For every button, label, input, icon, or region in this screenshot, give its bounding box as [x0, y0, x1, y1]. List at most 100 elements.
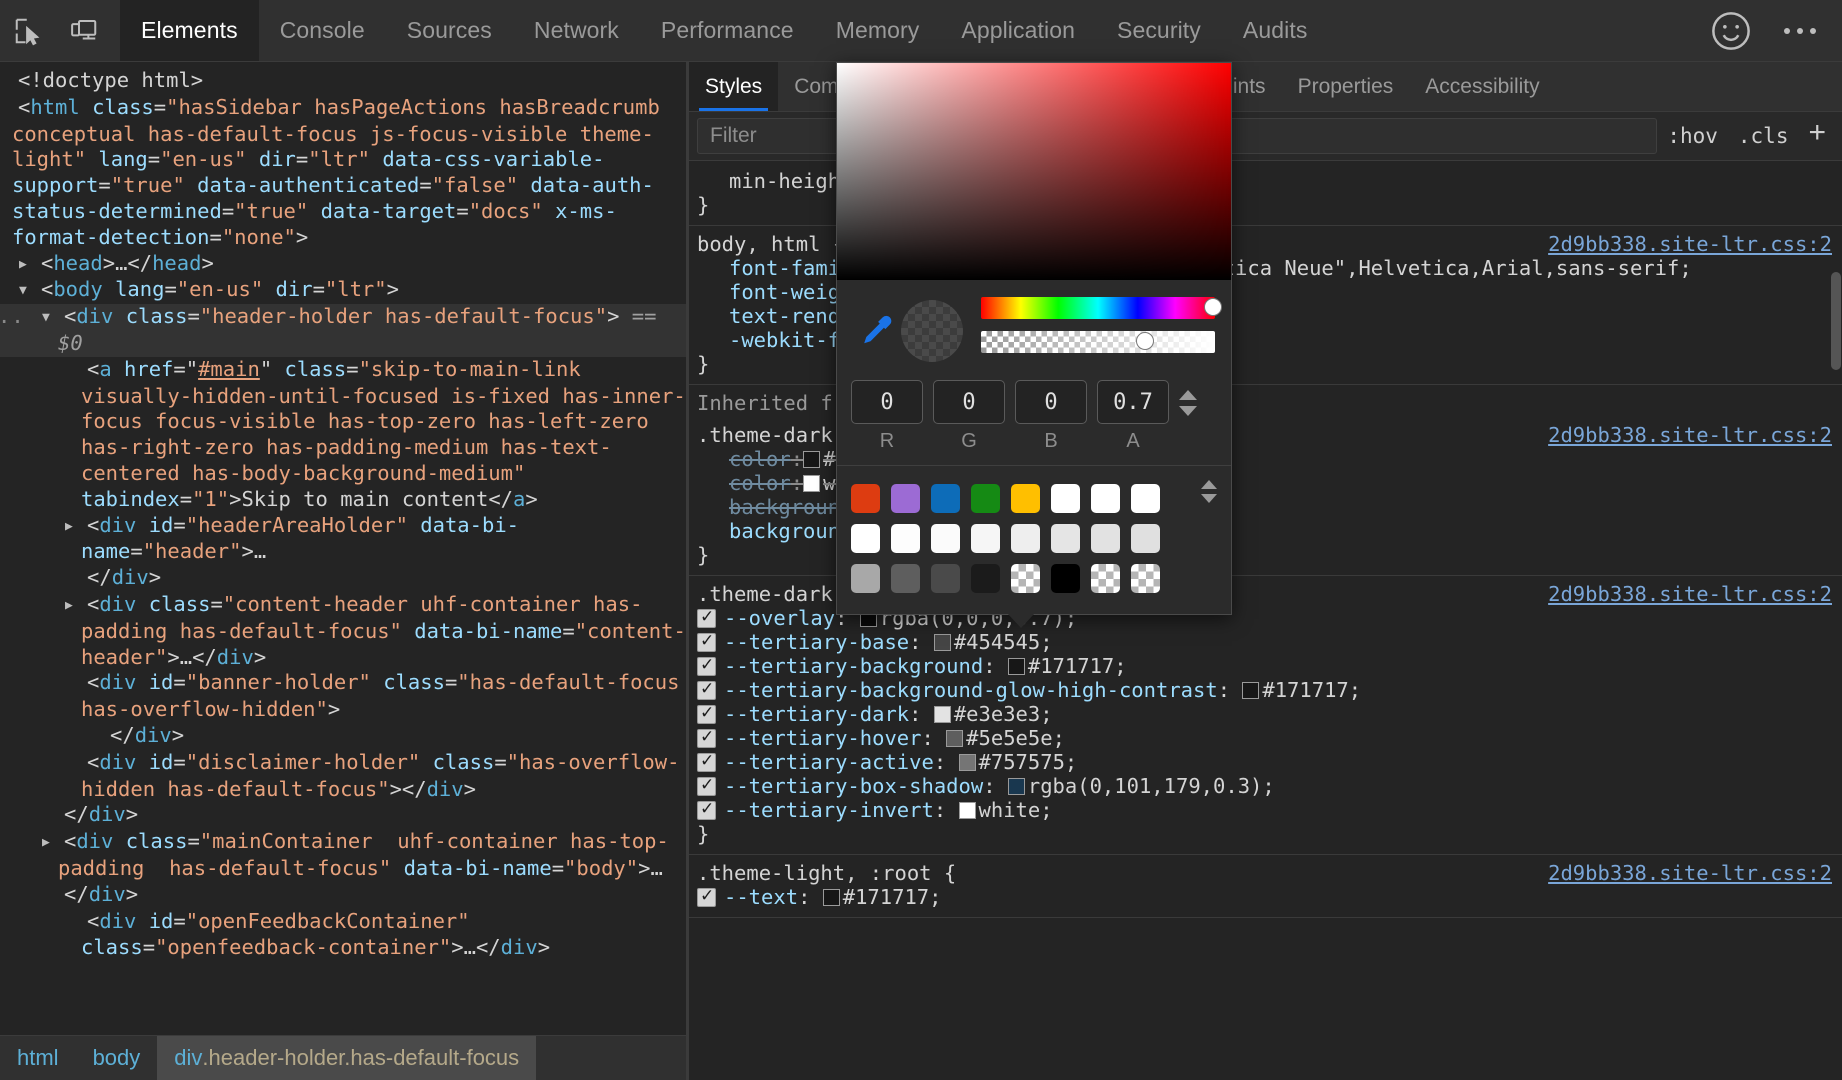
- declaration-checkbox[interactable]: [697, 777, 716, 796]
- alpha-slider[interactable]: [981, 331, 1215, 353]
- css-variable-name[interactable]: --overlay: [724, 606, 835, 630]
- color-swatch[interactable]: [959, 802, 976, 819]
- saturation-value-area[interactable]: [837, 63, 1231, 280]
- palette-swatch[interactable]: [1051, 478, 1091, 518]
- hue-slider-knob[interactable]: [1204, 298, 1222, 316]
- stylesheet-source-link[interactable]: 2d9bb338.site-ltr.css:2: [1548, 582, 1832, 606]
- css-variable-value[interactable]: #5e5e5e;: [966, 726, 1065, 750]
- css-variable-value[interactable]: white;: [979, 798, 1053, 822]
- color-swatch[interactable]: [1008, 778, 1025, 795]
- palette-swatch[interactable]: [971, 558, 1011, 598]
- cls-toggle-button[interactable]: .cls: [1728, 124, 1799, 148]
- dom-node-line[interactable]: <a href="#main" class="skip-to-main-link…: [0, 357, 686, 513]
- dom-node-line[interactable]: <div id="openFeedbackContainer" class="o…: [0, 909, 686, 962]
- stylesheet-source-link[interactable]: 2d9bb338.site-ltr.css:2: [1548, 232, 1832, 256]
- css-variable-name[interactable]: --tertiary-background-glow-high-contrast: [724, 678, 1218, 702]
- dom-node-line[interactable]: ..▼<div class="header-holder has-default…: [0, 304, 686, 357]
- palette-swatch[interactable]: [931, 478, 971, 518]
- dom-node-line[interactable]: <html class="hasSidebar hasPageActions h…: [0, 95, 686, 251]
- css-variable-name[interactable]: --tertiary-invert: [724, 798, 934, 822]
- declaration-checkbox[interactable]: [697, 753, 716, 772]
- blue-input[interactable]: [1015, 380, 1087, 424]
- palette-swatch[interactable]: [851, 558, 891, 598]
- tab-network[interactable]: Network: [513, 0, 640, 61]
- css-property[interactable]: color: [729, 471, 791, 495]
- dom-node-line[interactable]: </div>: [0, 723, 686, 750]
- tab-security[interactable]: Security: [1096, 0, 1222, 61]
- declaration-checkbox[interactable]: [697, 681, 716, 700]
- palette-swatch[interactable]: [891, 558, 931, 598]
- css-variable-name[interactable]: --tertiary-active: [724, 750, 934, 774]
- dom-node-line[interactable]: </div>: [0, 565, 686, 592]
- alpha-input[interactable]: [1097, 380, 1169, 424]
- more-options-icon[interactable]: [1776, 28, 1824, 34]
- dom-node-line[interactable]: <!doctype html>: [0, 68, 686, 95]
- chevron-down-icon[interactable]: ▼: [27, 278, 41, 304]
- tab-elements[interactable]: Elements: [120, 0, 259, 61]
- palette-swatch[interactable]: [851, 518, 891, 558]
- palette-swatch[interactable]: [1011, 558, 1051, 598]
- palette-swatch[interactable]: [891, 478, 931, 518]
- color-swatch[interactable]: [823, 889, 840, 906]
- stylesheet-source-link[interactable]: 2d9bb338.site-ltr.css:2: [1548, 423, 1832, 447]
- alpha-slider-knob[interactable]: [1136, 332, 1154, 350]
- css-property[interactable]: background: [729, 495, 852, 519]
- tab-audits[interactable]: Audits: [1222, 0, 1329, 61]
- palette-switch-button[interactable]: [1201, 480, 1217, 598]
- chevron-right-icon[interactable]: ▶: [50, 830, 64, 856]
- inspect-element-icon[interactable]: [0, 0, 56, 61]
- color-format-toggle[interactable]: [1179, 390, 1197, 416]
- palette-swatch[interactable]: [891, 518, 931, 558]
- smiley-face-icon[interactable]: [1708, 8, 1754, 54]
- dom-node-line[interactable]: </div>: [0, 802, 686, 829]
- breadcrumb-item-div[interactable]: div.header-holder.has-default-focus: [157, 1036, 536, 1080]
- declaration-checkbox[interactable]: [697, 801, 716, 820]
- css-variable-value[interactable]: #171717;: [843, 885, 942, 909]
- declaration-checkbox[interactable]: [697, 633, 716, 652]
- palette-swatch[interactable]: [851, 478, 891, 518]
- dom-node-line[interactable]: <div id="disclaimer-holder" class="has-o…: [0, 750, 686, 803]
- palette-swatch[interactable]: [971, 478, 1011, 518]
- palette-swatch[interactable]: [931, 518, 971, 558]
- tab-application[interactable]: Application: [940, 0, 1096, 61]
- palette-swatch[interactable]: [1011, 518, 1051, 558]
- chevron-right-icon[interactable]: ▶: [73, 593, 87, 619]
- tab-console[interactable]: Console: [259, 0, 386, 61]
- styles-scrollbar-thumb[interactable]: [1831, 272, 1841, 370]
- css-variable-value[interactable]: #757575;: [979, 750, 1078, 774]
- stylesheet-source-link[interactable]: 2d9bb338.site-ltr.css:2: [1548, 861, 1832, 885]
- css-variable-name[interactable]: --tertiary-box-shadow: [724, 774, 983, 798]
- css-variable-value[interactable]: #454545;: [954, 630, 1053, 654]
- breadcrumb-item-html[interactable]: html: [0, 1036, 76, 1080]
- color-swatch[interactable]: [1008, 658, 1025, 675]
- dom-node-line[interactable]: ▶<div id="headerAreaHolder" data-bi-name…: [0, 513, 686, 566]
- eyedropper-icon[interactable]: [853, 313, 897, 349]
- css-property[interactable]: background: [729, 519, 852, 543]
- palette-swatch[interactable]: [1131, 558, 1171, 598]
- declaration-checkbox[interactable]: [697, 705, 716, 724]
- css-variable-name[interactable]: --tertiary-dark: [724, 702, 909, 726]
- palette-swatch[interactable]: [1091, 478, 1131, 518]
- color-swatch[interactable]: [946, 730, 963, 747]
- dom-node-line[interactable]: ▶<head>…</head>: [0, 251, 686, 278]
- css-variable-value[interactable]: rgba(0,101,179,0.3);: [1028, 774, 1275, 798]
- tab-accessibility[interactable]: Accessibility: [1409, 62, 1555, 111]
- css-variable-name[interactable]: --text: [724, 885, 798, 909]
- color-swatch[interactable]: [1242, 682, 1259, 699]
- color-swatch[interactable]: [803, 451, 820, 468]
- breadcrumb-item-body[interactable]: body: [76, 1036, 158, 1080]
- dom-node-line[interactable]: ▼<body lang="en-us" dir="ltr">: [0, 277, 686, 304]
- tab-performance[interactable]: Performance: [640, 0, 815, 61]
- color-swatch[interactable]: [803, 475, 820, 492]
- green-input[interactable]: [933, 380, 1005, 424]
- css-property[interactable]: color: [729, 447, 791, 471]
- hov-toggle-button[interactable]: :hov: [1657, 124, 1728, 148]
- css-variable-name[interactable]: --tertiary-hover: [724, 726, 921, 750]
- dom-node-line[interactable]: </div>: [0, 882, 686, 909]
- tab-styles[interactable]: Styles: [689, 62, 778, 111]
- color-swatch[interactable]: [959, 754, 976, 771]
- palette-swatch[interactable]: [1131, 518, 1171, 558]
- chevron-right-icon[interactable]: ▶: [27, 252, 41, 278]
- dom-tree-panel[interactable]: <!doctype html> <html class="hasSidebar …: [0, 62, 686, 1035]
- palette-swatch[interactable]: [1051, 558, 1091, 598]
